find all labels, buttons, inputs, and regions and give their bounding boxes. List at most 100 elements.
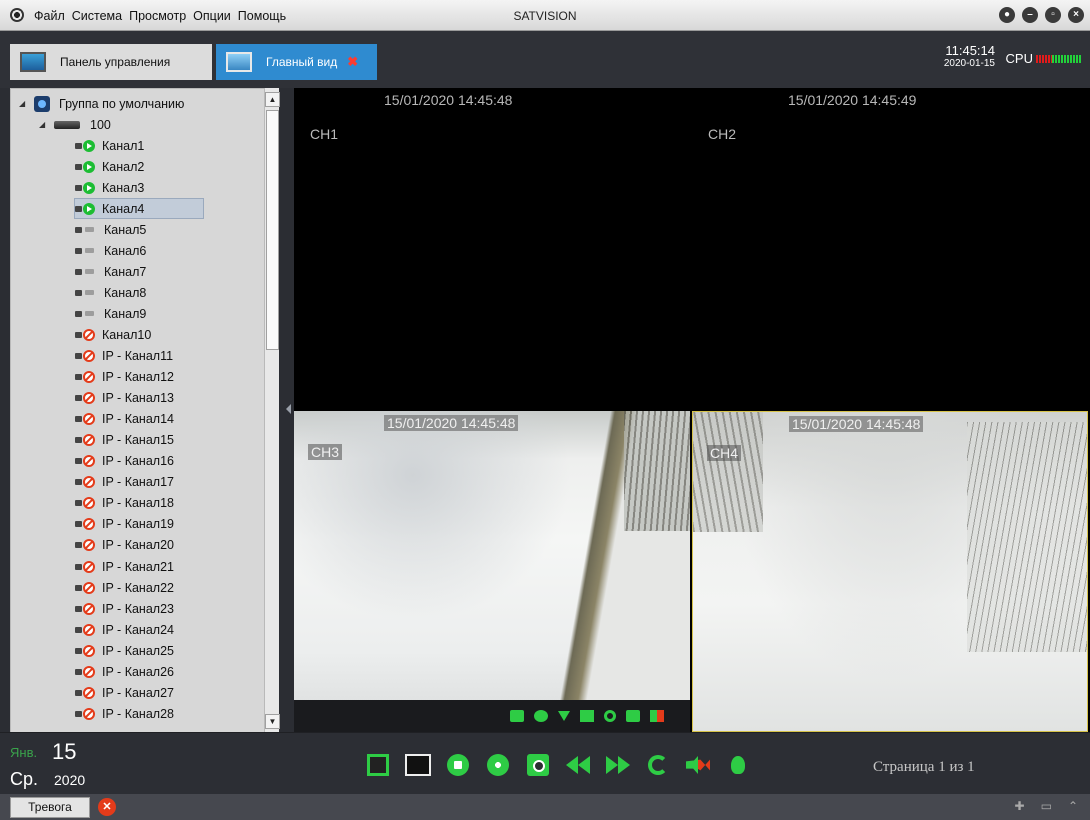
scroll-down-icon[interactable]: ▼ [265,714,280,729]
single-view-button[interactable] [398,750,438,780]
camera-settings-icon[interactable] [626,710,640,722]
stop-all-button[interactable] [438,750,478,780]
tree-channel-label: Канал10 [102,327,152,342]
camera-icon [75,226,82,233]
collapse-icon[interactable]: ◢ [19,99,27,108]
tab-control-panel[interactable]: Панель управления [10,44,212,80]
light-button[interactable] [718,750,758,780]
video-tile-ch1[interactable]: 15/01/2020 14:45:48 CH1 [294,88,690,409]
tree-channel-label: IP - Канал18 [102,496,174,511]
tree-channel-item[interactable]: Канал8 [75,282,146,303]
tree-channel-label: IP - Канал15 [102,433,174,448]
menu-help[interactable]: Помощь [238,9,286,23]
menu-options[interactable]: Опции [193,9,231,23]
tree-channel-label: Канал7 [104,264,147,279]
tree-channel-item[interactable]: IP - Канал19 [75,514,174,535]
mute-button[interactable] [678,750,718,780]
lock-icon[interactable]: ● [999,7,1015,23]
tree-channel-item[interactable]: IP - Канал28 [75,703,174,724]
device-tree[interactable]: ◢ Группа по умолчанию ◢ 100 Канал1 Канал2… [10,88,279,733]
mute-icon[interactable] [650,710,664,722]
scroll-thumb[interactable] [266,110,279,350]
collapse-icon[interactable]: ◢ [39,120,47,129]
tree-channel-item[interactable]: IP - Канал12 [75,367,174,388]
status-idle-icon [85,269,94,275]
panel-splitter-icon[interactable] [286,404,291,414]
video-tile-ch4[interactable]: 15/01/2020 14:45:48 CH4 [692,411,1088,732]
status-offline-icon [83,581,95,594]
status-offline-icon [83,539,95,552]
cycle-button[interactable] [638,750,678,780]
rewind-button[interactable] [558,750,598,780]
close-icon[interactable]: × [1068,7,1084,23]
tree-group[interactable]: ◢ Группа по умолчанию [19,93,184,114]
tree-channel-item[interactable]: IP - Канал13 [75,388,174,409]
tree-channel-item[interactable]: IP - Канал22 [75,577,174,598]
alarm-off-icon[interactable]: ✕ [98,798,116,816]
fullscreen-button[interactable] [358,750,398,780]
tree-channel-item[interactable]: Канал3 [75,177,144,198]
restore-icon[interactable]: ▭ [1041,799,1052,813]
menu-file[interactable]: Файл [34,9,65,23]
download-icon[interactable] [558,711,570,721]
app-window: Файл Система Просмотр Опции Помощь SATVI… [0,0,1090,820]
tree-channel-item[interactable]: IP - Канал21 [75,556,174,577]
camera-icon [75,353,82,359]
zoom-icon[interactable] [604,710,616,722]
camera-icon [75,647,82,654]
tree-channel-label: IP - Канал26 [102,664,174,679]
tree-channel-item[interactable]: IP - Канал26 [75,661,174,682]
tree-channel-label: Канал3 [102,180,145,195]
tree-channel-item[interactable]: IP - Канал18 [75,493,174,514]
menu-bar: Файл Система Просмотр Опции Помощь [34,0,293,31]
record-icon[interactable] [534,710,548,722]
menu-view[interactable]: Просмотр [129,9,186,23]
tree-channel-item[interactable]: IP - Канал14 [75,409,174,430]
tree-channel-item[interactable]: Канал6 [75,240,146,261]
single-view-icon [405,754,431,776]
tree-channel-item[interactable]: Канал10 [75,324,151,345]
tree-device[interactable]: ◢ 100 [39,114,111,135]
tree-channel-item[interactable]: IP - Канал23 [75,598,174,619]
minimize-icon[interactable]: – [1022,7,1038,23]
tree-channel-item[interactable]: IP - Канал11 [75,346,173,367]
tree-channel-item[interactable]: IP - Канал17 [75,472,174,493]
tree-channel-item[interactable]: IP - Канал20 [75,535,174,556]
tree-scrollbar[interactable]: ▲ ▼ [264,88,280,733]
fast-forward-button[interactable] [598,750,638,780]
snapshot-icon[interactable] [510,710,524,722]
collapse-up-icon[interactable]: ⌃ [1068,799,1078,813]
record-all-button[interactable] [478,750,518,780]
tree-channel-label: IP - Канал16 [102,454,174,469]
status-idle-icon [85,248,94,254]
video-tile-ch3[interactable]: 15/01/2020 14:45:48 CH3 [294,411,690,732]
page-indicator: Страница 1 из 1 [873,759,975,775]
snapshot-all-button[interactable] [518,750,558,780]
tree-channel-item[interactable]: Канал5 [75,219,146,240]
tree-channel-item[interactable]: Канал2 [75,156,144,177]
status-offline-icon [83,455,95,468]
tree-channel-item[interactable]: IP - Канал16 [75,451,174,472]
camera-icon [75,479,82,486]
maximize-icon[interactable]: ▫ [1045,7,1061,23]
camera-icon [75,563,82,570]
scroll-up-icon[interactable]: ▲ [265,92,280,107]
tree-channel-item[interactable]: IP - Канал25 [75,640,174,661]
tree-channel-item[interactable]: IP - Канал24 [75,619,174,640]
alarm-tab[interactable]: Тревога [10,797,90,818]
video-tile-ch2[interactable]: 15/01/2020 14:45:49 CH2 [692,88,1088,409]
tree-channel-item[interactable]: Канал9 [75,303,146,324]
tree-channel-item[interactable]: Канал7 [75,261,146,282]
tree-channel-item[interactable]: IP - Канал15 [75,430,174,451]
camera-icon [75,416,82,423]
tree-channel-item[interactable]: Канал4 [74,198,204,220]
tree-channel-item[interactable]: Канал1 [75,135,144,156]
record-all-icon [487,754,509,776]
camera-icon [75,395,82,402]
tab-main-view[interactable]: Главный вид ✖ [216,44,377,80]
menu-system[interactable]: Система [72,9,122,23]
stop-icon[interactable] [580,710,594,722]
tree-channel-item[interactable]: IP - Канал27 [75,682,174,703]
tab-close-icon[interactable]: ✖ [347,54,358,70]
pin-icon[interactable]: ✚ [1015,799,1025,813]
